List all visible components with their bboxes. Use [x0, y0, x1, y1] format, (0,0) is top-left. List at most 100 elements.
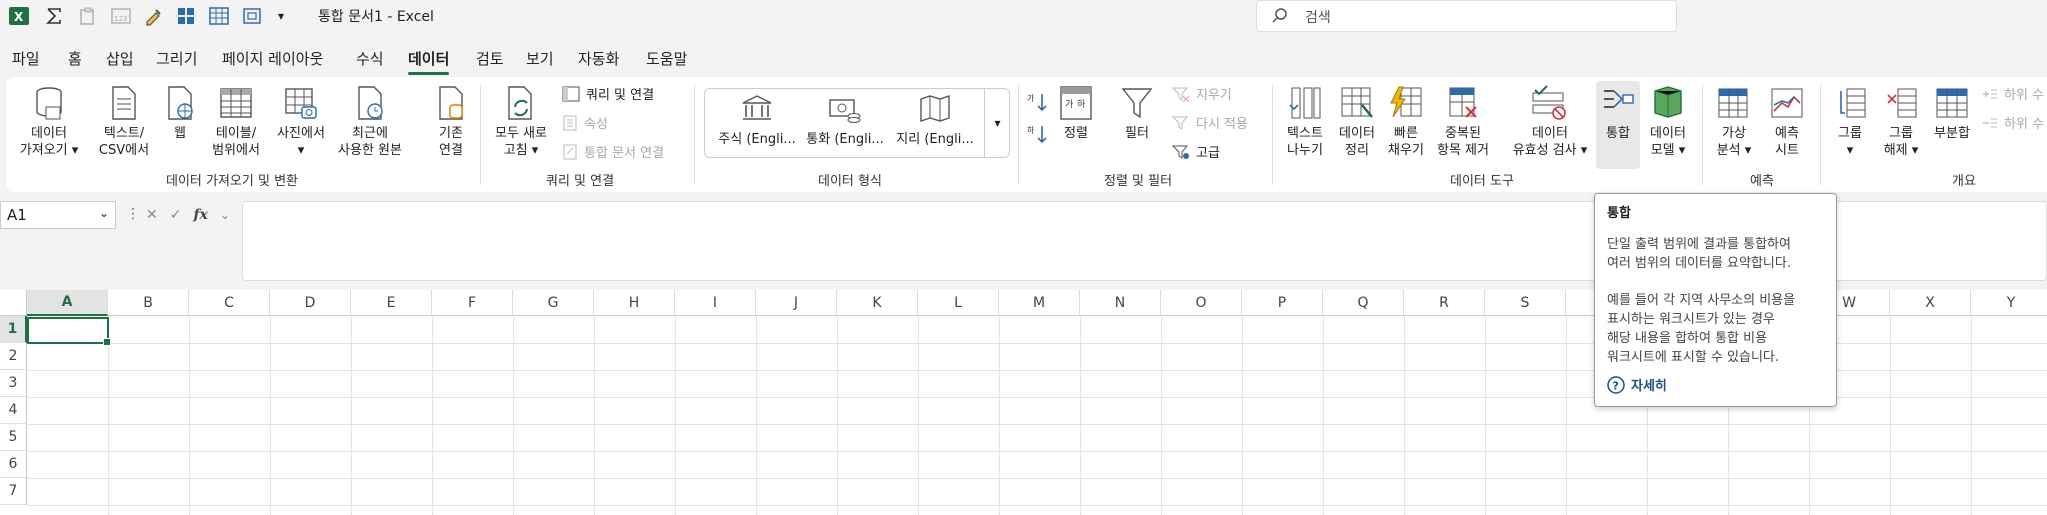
cancel-entry-icon[interactable]: ✕ — [146, 207, 158, 223]
advanced-filter-button[interactable]: 고급 — [1172, 142, 1220, 161]
row-header-1[interactable]: 1 — [0, 316, 27, 343]
column-header-b[interactable]: B — [108, 290, 189, 316]
group-label-data-tools: 데이터 도구 — [1450, 174, 1514, 189]
format-painter-icon[interactable] — [144, 4, 164, 28]
quick-access-dropdown-icon[interactable]: ▾ — [278, 4, 284, 28]
clipboard-icon[interactable] — [78, 4, 98, 28]
column-header-s[interactable]: S — [1485, 290, 1566, 316]
column-header-g[interactable]: G — [513, 290, 594, 316]
column-header-d[interactable]: D — [270, 290, 351, 316]
column-header-q[interactable]: Q — [1323, 290, 1404, 316]
show-detail-button[interactable]: 하위 수 — [1982, 84, 2044, 103]
tab-page-layout[interactable]: 페이지 레이아웃 — [222, 48, 323, 69]
data-cleanup-button[interactable]: 데이터 정리 — [1334, 85, 1380, 159]
column-header-m[interactable]: M — [999, 290, 1080, 316]
row-header-3[interactable]: 3 — [0, 370, 27, 397]
edit-links-button[interactable]: 통합 문서 연결 — [562, 142, 664, 161]
data-types-more-button[interactable]: ▾ — [984, 89, 1010, 157]
what-if-analysis-button[interactable]: 가상 분석 ▾ — [1710, 85, 1758, 159]
column-header-f[interactable]: F — [432, 290, 513, 316]
insert-function-icon[interactable]: fx — [193, 207, 207, 223]
tab-help[interactable]: 도움말 — [646, 48, 687, 69]
tab-draw[interactable]: 그리기 — [156, 48, 197, 69]
name-box[interactable]: A1 ⌄ — [0, 201, 116, 229]
sheet-grid-icon[interactable] — [208, 4, 230, 28]
frame-icon[interactable] — [242, 4, 262, 28]
row-gridline — [27, 424, 2047, 425]
tab-automate[interactable]: 자동화 — [578, 48, 619, 69]
row-header-2[interactable]: 2 — [0, 343, 27, 370]
confirm-entry-icon[interactable]: ✓ — [170, 207, 182, 223]
column-header-p[interactable]: P — [1242, 290, 1323, 316]
get-data-button[interactable]: 데이터 가져오기 ▾ — [14, 85, 84, 159]
sort-button[interactable]: 가하 정렬 — [1056, 85, 1096, 142]
ungroup-button[interactable]: 그룹 해제 ▾ — [1876, 85, 1926, 159]
queries-connections-button[interactable]: 쿼리 및 연결 — [562, 84, 654, 103]
refresh-all-button[interactable]: 모두 새로 고침 ▾ — [486, 85, 556, 159]
filter-button[interactable]: 필터 — [1116, 85, 1158, 142]
hide-detail-button[interactable]: 하위 수 — [1982, 113, 2044, 132]
from-table-range-button[interactable]: 테이블/ 범위에서 — [204, 85, 268, 159]
data-model-button[interactable]: 데이터 모델 ▾ — [1642, 85, 1694, 159]
column-header-l[interactable]: L — [918, 290, 999, 316]
column-header-a[interactable]: A — [27, 290, 108, 316]
row-header-7[interactable]: 7 — [0, 478, 27, 505]
column-header-i[interactable]: I — [675, 290, 756, 316]
data-validation-icon — [1532, 85, 1566, 120]
from-text-csv-button[interactable]: 텍스트/ CSV에서 — [92, 85, 156, 159]
sort-az-button[interactable]: 가 — [1026, 91, 1048, 113]
tab-data[interactable]: 데이터 — [408, 48, 450, 75]
edit-links-icon — [563, 144, 577, 159]
group-button[interactable]: 그룹 ▾ — [1828, 85, 1872, 159]
from-picture-button[interactable]: 사진에서 ▾ — [270, 85, 332, 159]
from-web-button[interactable]: 웹 — [160, 85, 200, 142]
data-validation-button[interactable]: 데이터 유효성 검사 ▾ — [1502, 85, 1598, 159]
tell-me-more-link[interactable]: ? 자세히 — [1607, 375, 1667, 394]
column-header-k[interactable]: K — [837, 290, 918, 316]
geography-data-type-button[interactable]: 지리 (Engli... — [890, 94, 980, 147]
clear-filter-button[interactable]: 지우기 — [1172, 84, 1232, 103]
more-options-icon[interactable]: ⋮ — [126, 206, 140, 222]
row-header-4[interactable]: 4 — [0, 397, 27, 424]
select-all-corner[interactable] — [0, 290, 27, 316]
remove-dup-label-2: 항목 제거 — [1437, 143, 1489, 158]
recent-sources-button[interactable]: 최근에 사용한 원본 — [328, 85, 412, 159]
tab-formulas[interactable]: 수식 — [356, 48, 384, 69]
subtotal-button[interactable]: 부분합 — [1928, 85, 1976, 142]
column-header-c[interactable]: C — [189, 290, 270, 316]
existing-connections-button[interactable]: 기존 연결 — [426, 85, 476, 159]
sort-za-button[interactable]: 하 — [1026, 123, 1048, 145]
tab-insert[interactable]: 삽입 — [106, 48, 134, 69]
number-format-icon[interactable]: 123 — [110, 4, 132, 28]
column-header-o[interactable]: O — [1161, 290, 1242, 316]
currencies-data-type-button[interactable]: 통화 (Engli... — [802, 94, 888, 147]
layout-grid-icon[interactable] — [176, 4, 196, 28]
remove-duplicates-button[interactable]: 중복된 항목 제거 — [1430, 85, 1496, 159]
properties-button[interactable]: 속성 — [562, 113, 608, 132]
reapply-button[interactable]: 다시 적용 — [1172, 113, 1248, 132]
column-header-y[interactable]: Y — [1971, 290, 2047, 316]
stocks-data-type-button[interactable]: 주식 (Engli... — [714, 94, 800, 147]
consolidate-button[interactable]: 통합 — [1598, 85, 1638, 142]
row-header-5[interactable]: 5 — [0, 424, 27, 451]
column-header-x[interactable]: X — [1890, 290, 1971, 316]
tab-file[interactable]: 파일 — [12, 48, 40, 69]
autosum-icon[interactable] — [44, 4, 64, 28]
column-gridline — [270, 316, 271, 515]
flash-fill-button[interactable]: 빠른 채우기 — [1384, 85, 1428, 159]
column-gridline — [1161, 316, 1162, 515]
tab-home[interactable]: 홈 — [68, 48, 82, 69]
row-header-6[interactable]: 6 — [0, 451, 27, 478]
selected-cell-a1[interactable] — [27, 317, 111, 346]
tab-view[interactable]: 보기 — [526, 48, 554, 69]
column-header-n[interactable]: N — [1080, 290, 1161, 316]
search-input[interactable]: 검색 — [1256, 0, 1677, 32]
expand-chevron-icon[interactable]: ⌄ — [220, 208, 230, 222]
column-header-r[interactable]: R — [1404, 290, 1485, 316]
forecast-sheet-button[interactable]: 예측 시트 — [1764, 85, 1810, 159]
column-header-e[interactable]: E — [351, 290, 432, 316]
text-to-columns-button[interactable]: 텍스트 나누기 — [1280, 85, 1330, 159]
tab-review[interactable]: 검토 — [476, 48, 504, 69]
column-header-j[interactable]: J — [756, 290, 837, 316]
column-header-h[interactable]: H — [594, 290, 675, 316]
